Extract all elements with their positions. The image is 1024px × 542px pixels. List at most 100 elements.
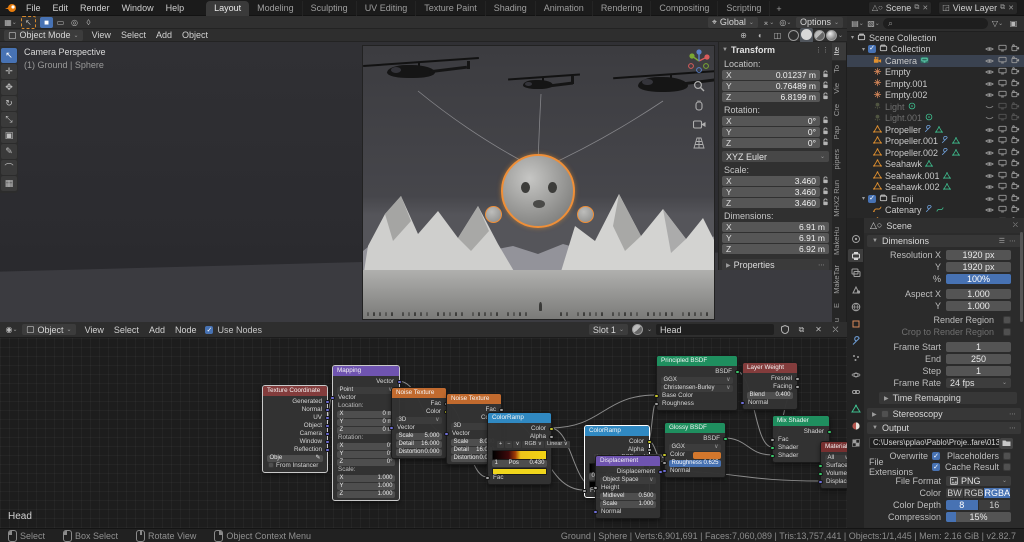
- hide-in-viewport-eye-icon[interactable]: [985, 67, 994, 77]
- collection-checkbox[interactable]: ✓: [868, 45, 877, 54]
- remove-view-layer-icon[interactable]: ✕: [1008, 4, 1014, 12]
- unlink-material-icon[interactable]: ✕: [812, 324, 825, 335]
- new-view-layer-icon[interactable]: ⧉: [1000, 4, 1005, 12]
- node-field-y[interactable]: Y0 m: [337, 418, 395, 426]
- input-socket-normal[interactable]: [662, 468, 667, 474]
- disable-in-renders-icon[interactable]: [1011, 170, 1020, 181]
- ramp-control-button[interactable]: ∨: [513, 441, 522, 448]
- location-y-field[interactable]: Y 0.76489 m: [722, 81, 820, 91]
- input-socket-roughness[interactable]: [654, 401, 659, 407]
- node-dropdown[interactable]: Christensen-Burley ∨: [661, 384, 733, 392]
- input-socket-vector[interactable]: [444, 431, 449, 437]
- placeholders-checkbox[interactable]: [1003, 452, 1011, 460]
- tool-rotate-button[interactable]: ↻: [1, 96, 17, 111]
- input-socket-fac[interactable]: [770, 437, 775, 443]
- node-field-z[interactable]: Z0 m: [337, 426, 395, 434]
- workspace-tab-shading[interactable]: Shading: [486, 0, 536, 16]
- dimensions-y-field[interactable]: 1920 px: [946, 262, 1011, 273]
- tool-scale-button[interactable]: ⤡: [1, 112, 17, 127]
- workspace-tab-texture-paint[interactable]: Texture Paint: [416, 0, 486, 16]
- outliner-row-empty-002[interactable]: Empty.002: [847, 90, 1024, 102]
- lock-open-icon[interactable]: [822, 187, 829, 197]
- add-workspace-button[interactable]: +: [770, 2, 787, 16]
- output-socket-normal[interactable]: [325, 407, 330, 413]
- modifier-properties-tab[interactable]: [848, 334, 863, 347]
- new-collection-icon[interactable]: ▣: [1007, 18, 1020, 29]
- outliner-row-collection[interactable]: ▾ ✓ Collection: [847, 44, 1024, 56]
- input-socket-color[interactable]: [662, 452, 667, 458]
- location-z-field[interactable]: Z 6.8199 m: [722, 92, 820, 102]
- sidebar-tab-ite[interactable]: Ite: [832, 42, 847, 61]
- outliner-row-emoji[interactable]: ▾ ✓ Emoji: [847, 193, 1024, 205]
- crop-to-render-region-checkbox[interactable]: [1003, 328, 1011, 337]
- outliner-row-light-001[interactable]: Light.001: [847, 113, 1024, 125]
- disable-in-viewports-icon[interactable]: [998, 125, 1007, 135]
- shading-material-icon[interactable]: [813, 29, 825, 41]
- sidebar-tab-vie[interactable]: Vie: [832, 78, 847, 99]
- disable-in-renders-icon[interactable]: [1011, 101, 1020, 112]
- zoom-icon[interactable]: [692, 79, 706, 93]
- collection-checkbox[interactable]: ✓: [868, 194, 877, 203]
- node-field-z[interactable]: Z 1.000: [337, 490, 395, 498]
- disable-in-renders-icon[interactable]: [1011, 78, 1020, 89]
- frames-frame-start-field[interactable]: 1: [946, 341, 1011, 352]
- node-canvas[interactable]: Head Texture Coordinate Generated Normal UV…: [0, 338, 847, 528]
- output-path-field[interactable]: C:\Users\pplao\Pablo\Proje..fare\0138. M…: [869, 437, 1000, 449]
- shading-rendered-icon[interactable]: [825, 29, 837, 41]
- node-menu-select[interactable]: Select: [109, 325, 144, 335]
- disable-in-renders-icon[interactable]: [1011, 136, 1020, 146]
- output-socket-color[interactable]: [647, 439, 652, 445]
- input-socket-normal[interactable]: [593, 509, 598, 515]
- cache-result-checkbox[interactable]: [1003, 463, 1011, 471]
- output-socket-alpha[interactable]: [549, 434, 554, 440]
- shader-type-dropdown[interactable]: ▢ Object ⌄: [22, 324, 76, 335]
- outliner-row-propeller-001[interactable]: Propeller.001: [847, 136, 1024, 148]
- disable-in-viewports-icon[interactable]: [998, 90, 1007, 100]
- node-dropdown[interactable]: 3D ∨: [396, 416, 442, 424]
- hide-in-viewport-eye-icon[interactable]: [985, 125, 994, 135]
- input-socket-vector[interactable]: [389, 425, 394, 431]
- input-socket-height[interactable]: [593, 485, 598, 491]
- ramp-gradient[interactable]: [492, 449, 547, 460]
- viewport-menu-add[interactable]: Add: [151, 30, 177, 40]
- disable-in-viewports-icon[interactable]: [998, 194, 1007, 204]
- editor-type-icon[interactable]: ▦ ⌄: [4, 17, 17, 28]
- node-dropdown[interactable]: GGX ∨: [661, 376, 733, 384]
- expander-icon[interactable]: ▾: [851, 34, 854, 41]
- input-socket-shader[interactable]: [770, 453, 775, 459]
- input-socket-vector[interactable]: [330, 395, 335, 401]
- rotation-mode-dropdown[interactable]: XYZ Euler ⌄: [722, 151, 829, 162]
- node-menu-add[interactable]: Add: [144, 325, 170, 335]
- node-ramp1[interactable]: ColorRamp Color Alpha + − ∨ RGB ∨ Linear ∨ 1 Pos 0…: [485, 412, 570, 485]
- expander-icon[interactable]: ▾: [862, 46, 865, 53]
- scale-y-field[interactable]: Y 3.460: [722, 187, 820, 197]
- hide-in-viewport-eye-icon[interactable]: [985, 159, 994, 169]
- disable-in-viewports-icon[interactable]: [998, 171, 1007, 181]
- select-mode-box-icon[interactable]: ▭: [54, 17, 67, 28]
- output-socket-facing[interactable]: [795, 384, 800, 390]
- dimensions-x-field[interactable]: X 6.91 m: [722, 222, 829, 232]
- hide-in-viewport-eye-icon[interactable]: [985, 90, 994, 100]
- hide-in-viewport-eye-icon[interactable]: [985, 148, 994, 158]
- frames-step-field[interactable]: 1: [946, 365, 1011, 376]
- workspace-tab-rendering[interactable]: Rendering: [593, 0, 652, 16]
- material-name-field[interactable]: Head: [656, 324, 774, 335]
- scale-z-field[interactable]: Z 3.460: [722, 198, 820, 208]
- color-mode-bw-button[interactable]: BW: [946, 487, 964, 498]
- material-slot-dropdown[interactable]: Slot 1 ⌄: [588, 324, 628, 335]
- file-extensions-checkbox[interactable]: ✓: [932, 463, 940, 471]
- disable-in-viewports-icon[interactable]: [998, 113, 1007, 123]
- sidebar-tab-e[interactable]: E: [832, 298, 847, 314]
- node-menu-view[interactable]: View: [80, 325, 109, 335]
- lock-open-icon[interactable]: [822, 70, 829, 80]
- lock-open-icon[interactable]: [822, 127, 829, 137]
- constraint-properties-tab[interactable]: [848, 385, 863, 398]
- ramp-control-button[interactable]: +: [497, 441, 505, 448]
- outliner-display-mode-icon[interactable]: ▧ ⌄: [867, 18, 880, 29]
- file-format-dropdown[interactable]: PNG ⌄: [946, 475, 1011, 486]
- output-socket-reflection[interactable]: [325, 447, 330, 453]
- hide-in-viewport-eye-icon[interactable]: [985, 113, 994, 123]
- ramp-control-button[interactable]: −: [505, 441, 513, 448]
- workspace-tab-animation[interactable]: Animation: [536, 0, 593, 16]
- input-socket-surface[interactable]: [818, 463, 823, 469]
